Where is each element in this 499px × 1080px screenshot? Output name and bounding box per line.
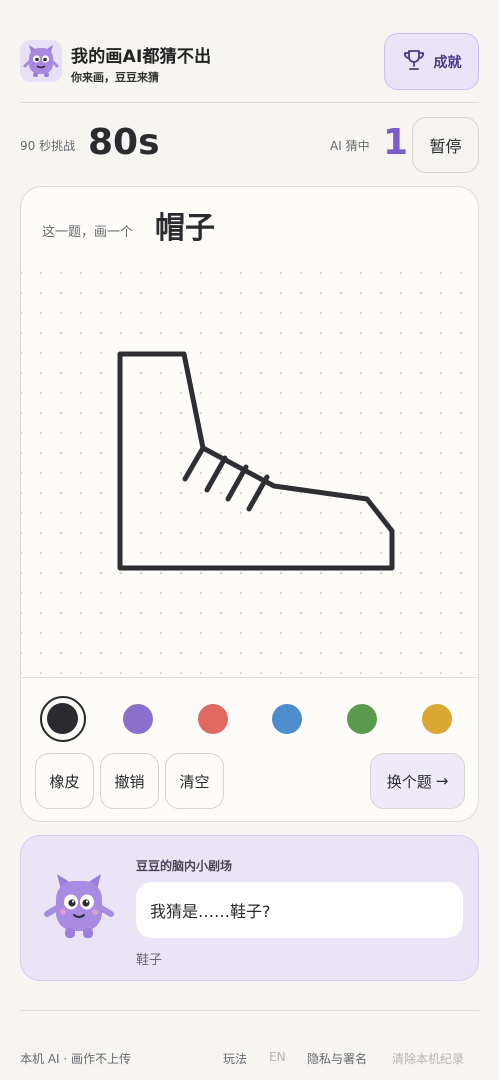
header-divider [20, 102, 479, 103]
footer-link-clear-records[interactable]: 清除本机纪录 [392, 1050, 464, 1067]
palette-divider [21, 677, 478, 678]
sketch-stroke-lace-2 [204, 455, 228, 493]
drawing-card: 这一题，画一个 帽子 橡皮 撤销 清空 换个题 → [20, 186, 479, 822]
ai-correct-label: AI 猜中 [330, 139, 370, 153]
mascot-icon [43, 868, 115, 944]
theater-title: 豆豆的脑内小剧场 [136, 859, 233, 873]
prompt-label: 这一题，画一个 [42, 225, 134, 240]
color-swatch-purple[interactable] [123, 704, 153, 734]
color-swatch-red[interactable] [198, 704, 228, 734]
countdown-timer: 80s [88, 122, 160, 163]
app-header: 我的画AI都猜不出 你来画，豆豆来猜 成就 [20, 33, 479, 91]
mascot-logo-icon [20, 40, 62, 82]
app-title: 我的画AI都猜不出 [71, 47, 212, 67]
footer-link-howto[interactable]: 玩法 [223, 1050, 247, 1067]
ai-guess-bubble: 我猜是……鞋子? [136, 882, 463, 938]
ai-theater-panel: 豆豆的脑内小剧场 我猜是……鞋子? 鞋子 [20, 835, 479, 981]
next-prompt-button[interactable]: 换个题 → [370, 753, 465, 809]
color-swatch-green[interactable] [347, 704, 377, 734]
prompt-word: 帽子 [155, 211, 215, 246]
sketch-stroke-lace-4 [246, 474, 270, 512]
eraser-button[interactable]: 橡皮 [35, 753, 94, 809]
color-swatch-blue[interactable] [272, 704, 302, 734]
arrow-right-icon: → [435, 772, 449, 790]
undo-button[interactable]: 撤销 [100, 753, 159, 809]
color-swatch-black[interactable] [40, 696, 86, 742]
app-subtitle: 你来画，豆豆来猜 [71, 71, 159, 84]
footer-link-privacy[interactable]: 隐私与署名 [307, 1050, 367, 1067]
next-prompt-label: 换个题 [386, 772, 432, 791]
footer-note: 本机 AI · 画作不上传 [20, 1052, 132, 1066]
ai-guess-word: 鞋子 [136, 953, 163, 968]
footer-divider [20, 1010, 479, 1011]
trophy-icon [402, 48, 426, 76]
achievements-label: 成就 [433, 54, 462, 71]
sketch-stroke-lace-3 [225, 464, 249, 502]
sketch-stroke-lace-1 [182, 445, 206, 482]
challenge-label: 90 秒挑战 [20, 139, 76, 153]
drawing-canvas[interactable] [21, 257, 478, 677]
achievements-button[interactable]: 成就 [384, 33, 479, 90]
clear-button[interactable]: 清空 [165, 753, 224, 809]
sketch-drawing [117, 351, 395, 571]
pause-button[interactable]: 暂停 [412, 117, 479, 173]
footer-link-language[interactable]: EN [269, 1050, 286, 1064]
ai-correct-count: 1 [383, 122, 409, 163]
color-swatch-yellow[interactable] [422, 704, 452, 734]
color-swatch-black-fill [47, 703, 78, 734]
sketch-stroke-outline [117, 351, 395, 571]
